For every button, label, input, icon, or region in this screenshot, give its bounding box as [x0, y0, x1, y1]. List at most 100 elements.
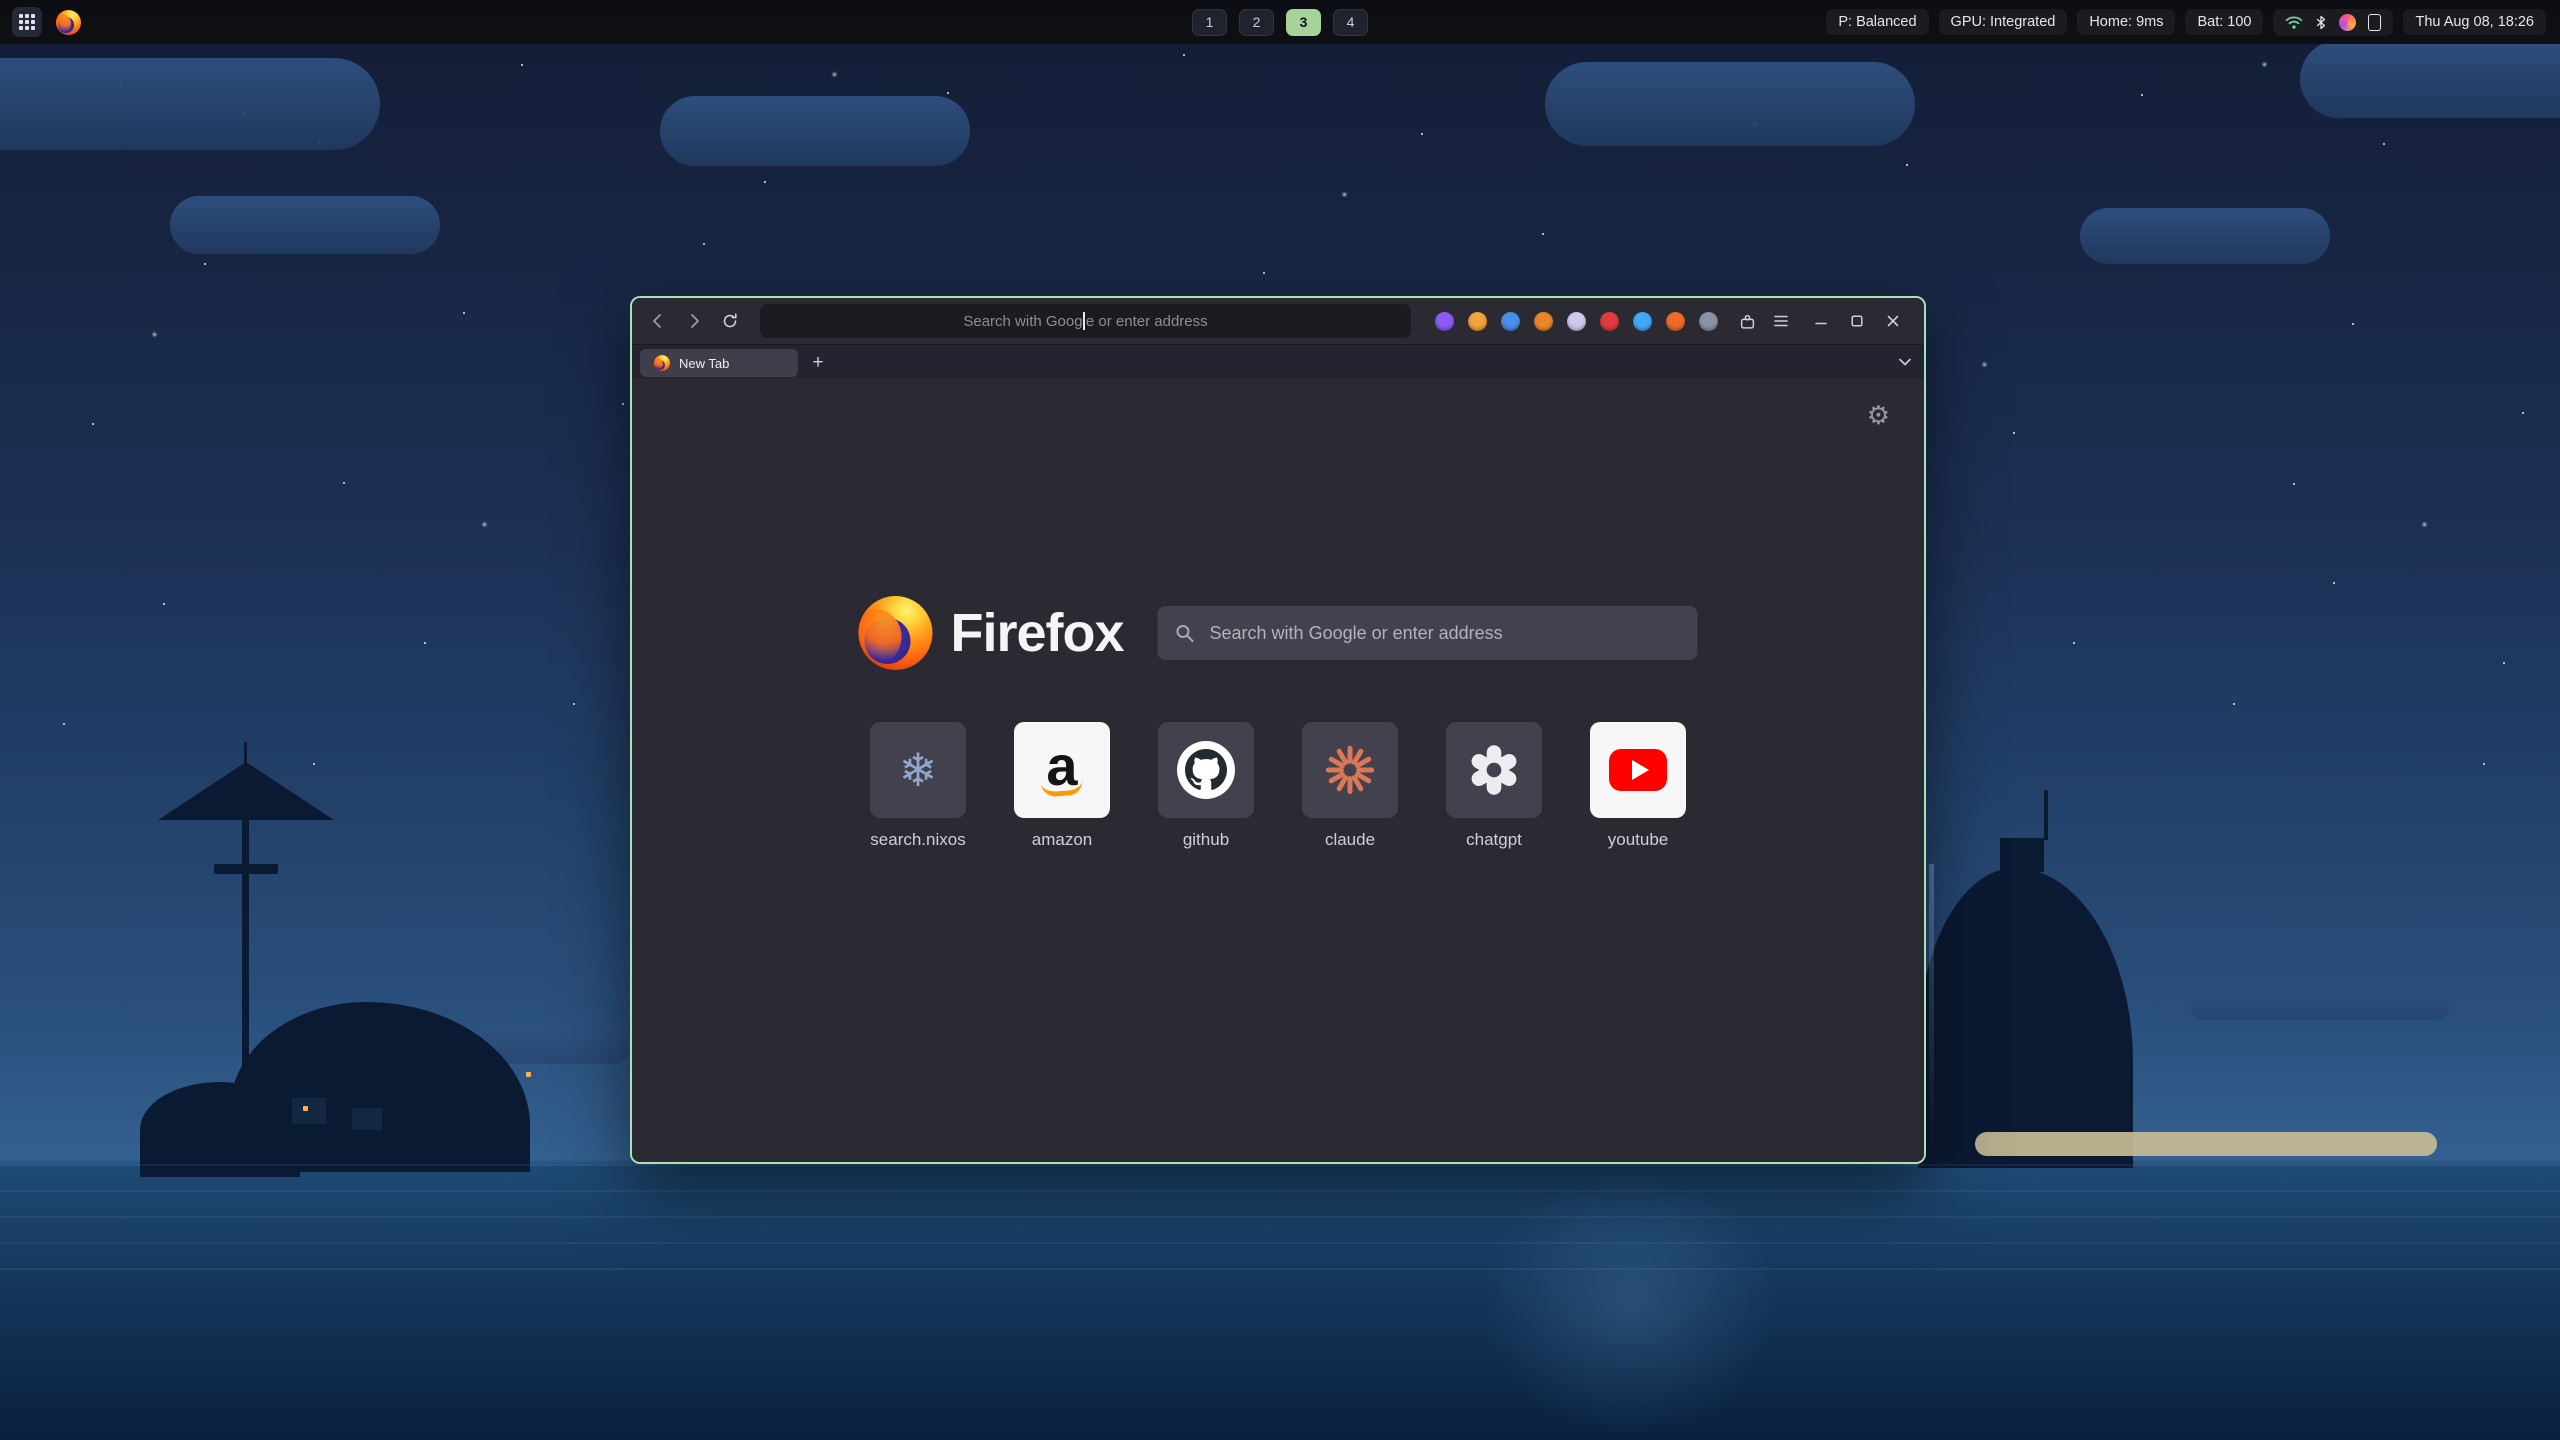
forward-button[interactable]	[678, 305, 710, 337]
minimize-button[interactable]	[1806, 306, 1836, 336]
shortcut-tile[interactable]: ❄	[870, 722, 966, 818]
chevron-left-icon	[650, 313, 666, 329]
island-hut	[292, 1098, 326, 1124]
urlbar-placeholder: Search with Google or enter address	[963, 313, 1207, 330]
claude-starburst-icon	[1324, 744, 1376, 796]
tablet-icon	[2368, 14, 2381, 31]
shortcut-tile[interactable]	[1302, 722, 1398, 818]
bluetooth-icon	[2315, 14, 2327, 31]
shortcut-label: claude	[1325, 830, 1375, 850]
power-profile-module: P: Balanced	[1826, 9, 1928, 35]
chevron-down-icon	[1898, 357, 1912, 367]
navigation-toolbar: Search with Google or enter address	[632, 298, 1924, 344]
tab-new-tab[interactable]: New Tab	[640, 349, 798, 377]
ocean-waves	[0, 1164, 2560, 1294]
menu-button[interactable]	[1766, 306, 1796, 336]
extension-icon-3[interactable]	[1501, 312, 1520, 331]
shortcut-label: search.nixos	[870, 830, 965, 850]
github-octocat-icon	[1177, 741, 1235, 799]
reload-button[interactable]	[714, 305, 746, 337]
window-controls	[1800, 306, 1914, 336]
cliff-pole	[2044, 790, 2048, 840]
firefox-icon[interactable]	[56, 10, 81, 35]
openai-logo-icon	[1467, 743, 1521, 797]
close-button[interactable]	[1878, 306, 1908, 336]
topbar-right: P: Balanced GPU: Integrated Home: 9ms Ba…	[1826, 9, 2560, 36]
extension-icon-9[interactable]	[1699, 312, 1718, 331]
extension-icon-8[interactable]	[1666, 312, 1685, 331]
island-hut	[352, 1108, 382, 1130]
reload-icon	[722, 313, 738, 329]
nixos-snowflake-icon: ❄	[899, 747, 938, 793]
minimize-icon	[1815, 315, 1827, 327]
extensions-puzzle-icon	[1739, 313, 1756, 330]
shortcut-tiles: ❄ search.nixos a amazon	[870, 722, 1686, 850]
cloud	[2190, 990, 2450, 1020]
shortcut-tile[interactable]: a	[1014, 722, 1110, 818]
shortcut-tile[interactable]	[1446, 722, 1542, 818]
shortcut-github[interactable]: github	[1158, 722, 1254, 850]
newtab-search-input[interactable]	[1158, 606, 1698, 660]
workspace-button-4[interactable]: 4	[1333, 9, 1368, 36]
youtube-play-icon	[1609, 749, 1667, 791]
light-beam	[1929, 864, 1934, 1149]
personalize-gear-icon[interactable]: ⚙	[1867, 402, 1890, 428]
color-wheel-icon	[2339, 14, 2356, 31]
newtab-hero: Firefox	[858, 596, 1697, 670]
lit-window	[526, 1072, 531, 1077]
home-latency-module: Home: 9ms	[2077, 9, 2175, 35]
new-tab-page: ⚙ Firefox ❄ search.nixos	[632, 378, 1924, 1162]
wifi-icon	[2285, 15, 2303, 30]
app-launcher-button[interactable]	[12, 7, 42, 37]
extension-icon-6[interactable]	[1600, 312, 1619, 331]
search-icon	[1175, 623, 1195, 643]
cloud	[2080, 208, 2330, 264]
gpu-module: GPU: Integrated	[1939, 9, 2068, 35]
workspace-button-3[interactable]: 3	[1286, 9, 1321, 36]
watchtower-platform	[214, 864, 278, 874]
beach-sand	[1975, 1132, 2437, 1156]
shortcut-tile[interactable]	[1590, 722, 1686, 818]
clock-module: Thu Aug 08, 18:26	[2403, 9, 2546, 35]
list-all-tabs-button[interactable]	[1898, 357, 1912, 367]
hamburger-icon	[1773, 314, 1789, 328]
workspace-button-1[interactable]: 1	[1192, 9, 1227, 36]
shortcut-label: amazon	[1032, 830, 1092, 850]
shortcut-youtube[interactable]: youtube	[1590, 722, 1686, 850]
extensions-button[interactable]	[1732, 306, 1762, 336]
extension-icon-4[interactable]	[1534, 312, 1553, 331]
cliff-rock	[1918, 868, 2133, 1168]
shortcut-search-nixos[interactable]: ❄ search.nixos	[870, 722, 966, 850]
workspace-button-2[interactable]: 2	[1239, 9, 1274, 36]
firefox-window: Search with Google or enter address	[630, 296, 1926, 1164]
maximize-button[interactable]	[1842, 306, 1872, 336]
shortcut-amazon[interactable]: a amazon	[1014, 722, 1110, 850]
text-caret	[1083, 312, 1085, 330]
shortcut-claude[interactable]: claude	[1302, 722, 1398, 850]
back-button[interactable]	[642, 305, 674, 337]
shortcut-chatgpt[interactable]: chatgpt	[1446, 722, 1542, 850]
newtab-search	[1158, 606, 1698, 660]
extension-icon-2[interactable]	[1468, 312, 1487, 331]
shortcut-tile[interactable]	[1158, 722, 1254, 818]
cloud	[660, 96, 970, 166]
urlbar[interactable]: Search with Google or enter address	[760, 304, 1411, 338]
extension-icon-5[interactable]	[1567, 312, 1586, 331]
cloud	[2300, 40, 2560, 118]
new-tab-button[interactable]: +	[804, 349, 832, 377]
workspace-switcher: 1 2 3 4	[1192, 9, 1368, 36]
firefox-wordmark: Firefox	[950, 602, 1123, 664]
top-status-bar: 1 2 3 4 P: Balanced GPU: Integrated Home…	[0, 0, 2560, 44]
cliff-hut	[2000, 838, 2044, 872]
topbar-left	[0, 7, 81, 37]
battery-module: Bat: 100	[2185, 9, 2263, 35]
system-tray	[2273, 9, 2393, 36]
extension-icon-7[interactable]	[1633, 312, 1652, 331]
shortcut-label: youtube	[1608, 830, 1669, 850]
app-grid-icon	[18, 13, 36, 31]
island-rock	[140, 1082, 300, 1177]
chevron-right-icon	[686, 313, 702, 329]
extension-toolbar	[1425, 312, 1728, 331]
cloud	[0, 58, 380, 150]
extension-icon-1[interactable]	[1435, 312, 1454, 331]
